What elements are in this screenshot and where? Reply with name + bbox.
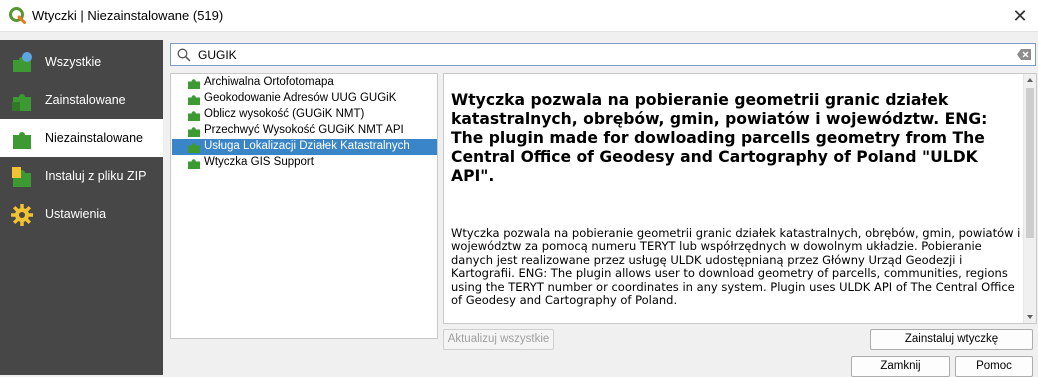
plugin-puzzle-icon: [188, 159, 200, 169]
plugin-puzzle-icon: [188, 95, 200, 105]
scroll-up-arrow-icon[interactable]: [1027, 78, 1033, 82]
sidebar-item-installed[interactable]: Zainstalowane: [0, 81, 163, 119]
list-item[interactable]: Wtyczka GIS Support: [172, 155, 437, 171]
plugin-puzzle-icon: [188, 111, 200, 121]
sidebar-item-label: Zainstalowane: [45, 93, 126, 107]
plugin-puzzle-icon: [188, 143, 200, 153]
sidebar-item-label: Wszystkie: [45, 55, 102, 69]
plugin-details-heading: Wtyczka pozwala na pobieranie geometrii …: [451, 91, 988, 185]
scrollbar-thumb[interactable]: [1026, 88, 1034, 238]
plugin-list[interactable]: Archiwalna Ortofotomapa Geokodowanie Adr…: [170, 73, 438, 339]
title-bar: Wtyczki | Niezainstalowane (519) ✕: [0, 0, 1038, 32]
plugin-name: Oblicz wysokość (GUGiK NMT): [204, 108, 365, 120]
installed-plugins-icon: [12, 94, 31, 111]
details-scrollbar[interactable]: [1023, 74, 1036, 323]
list-item[interactable]: Geokodowanie Adresów UUG GUGiK: [172, 91, 437, 107]
sidebar-item-label: Instaluj z pliku ZIP: [45, 169, 147, 183]
search-value: GUGIK: [198, 48, 237, 62]
search-input[interactable]: GUGIK: [170, 43, 1036, 66]
plugin-details-description: Wtyczka pozwala na pobieranie geometrii …: [451, 226, 1021, 308]
sidebar-item-label: Niezainstalowane: [45, 131, 143, 145]
plugin-name: Usługa Lokalizacji Działek Katastralnych: [204, 140, 410, 152]
plugin-puzzle-icon: [188, 127, 200, 137]
close-button[interactable]: Zamknij: [851, 356, 950, 377]
all-plugins-icon: [13, 52, 32, 72]
plugin-details-pane: Wtyczka pozwala na pobieranie geometrii …: [443, 73, 1037, 324]
sidebar-item-install-zip[interactable]: Instaluj z pliku ZIP: [0, 157, 163, 195]
help-button[interactable]: Pomoc: [955, 356, 1033, 377]
scroll-down-arrow-icon[interactable]: [1027, 315, 1033, 319]
window-title: Wtyczki | Niezainstalowane (519): [32, 8, 224, 23]
install-plugin-button[interactable]: Zainstaluj wtyczkę: [870, 329, 1033, 350]
plugin-name: Archiwalna Ortofotomapa: [204, 76, 334, 88]
plugin-name: Wtyczka GIS Support: [204, 156, 314, 168]
list-item-selected[interactable]: Usługa Lokalizacji Działek Katastralnych: [172, 139, 437, 155]
list-item[interactable]: Archiwalna Ortofotomapa: [172, 75, 437, 91]
sidebar-item-all[interactable]: Wszystkie: [0, 43, 163, 81]
plugin-puzzle-icon: [188, 79, 200, 89]
sidebar: Wszystkie Zainstalowane Niezainstalowane…: [0, 40, 163, 375]
not-installed-plugins-icon: [13, 132, 31, 149]
sidebar-item-not-installed[interactable]: Niezainstalowane: [0, 119, 163, 157]
list-item[interactable]: Przechwyć Wysokość GUGiK NMT API: [172, 123, 437, 139]
close-window-button[interactable]: ✕: [1008, 4, 1032, 28]
install-zip-icon: [12, 167, 31, 187]
plugin-name: Przechwyć Wysokość GUGiK NMT API: [204, 124, 404, 136]
sidebar-item-settings[interactable]: Ustawienia: [0, 195, 163, 233]
clear-search-icon[interactable]: [1017, 49, 1031, 60]
search-icon: [177, 48, 191, 62]
plugin-name: Geokodowanie Adresów UUG GUGiK: [204, 92, 397, 104]
qgis-logo-icon: [9, 7, 26, 24]
list-item[interactable]: Oblicz wysokość (GUGiK NMT): [172, 107, 437, 123]
settings-gear-icon: [11, 204, 33, 226]
sidebar-item-label: Ustawienia: [45, 207, 107, 221]
update-all-button[interactable]: Aktualizuj wszystkie: [443, 329, 554, 350]
